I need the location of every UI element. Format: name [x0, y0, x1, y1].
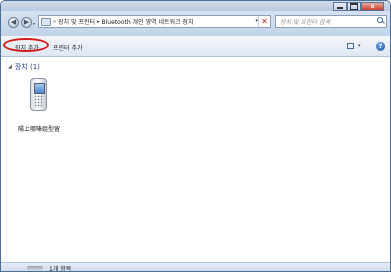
item-count: 1개 항목 — [49, 266, 72, 272]
back-button[interactable]: ◀ — [8, 17, 19, 28]
details-pane: 1개 항목 — [1, 262, 390, 272]
breadcrumb-separator-icon[interactable]: ▸ — [97, 19, 100, 25]
search-icon[interactable] — [376, 17, 385, 26]
back-arrow-icon: ◀ — [10, 18, 17, 26]
search-input[interactable]: 장치 및 프린터 검색 — [280, 17, 376, 26]
navigation-bar: ◀ ▶ ▾ « 장치 및 프린터 ▸ Bluetooth 개인 영역 네트워크 … — [1, 11, 390, 36]
title-bar[interactable]: x — [1, 1, 390, 11]
address-bar[interactable]: « 장치 및 프린터 ▸ Bluetooth 개인 영역 네트워크 장치 ▾ ✕ — [38, 15, 271, 28]
maximize-button[interactable] — [347, 2, 361, 11]
breadcrumb-devices-and-printers[interactable]: 장치 및 프린터 — [58, 17, 95, 26]
breadcrumb-bluetooth-pan[interactable]: Bluetooth 개인 영역 네트워크 장치 — [102, 17, 194, 26]
folder-icon — [41, 17, 51, 26]
close-button[interactable]: x — [361, 2, 384, 11]
collapse-icon[interactable]: ◢ — [8, 64, 12, 70]
refresh-button[interactable]: ✕ — [258, 16, 270, 27]
change-view-icon[interactable] — [347, 43, 354, 49]
view-dropdown-icon[interactable]: ▾ — [358, 43, 361, 49]
device-label: 陽上哪嗪姐型留 — [17, 126, 60, 133]
maximize-icon — [350, 3, 358, 10]
forward-arrow-icon: ▶ — [23, 18, 30, 26]
device-thumbnail-icon — [27, 266, 43, 271]
history-dropdown-icon[interactable]: ▾ — [33, 21, 35, 26]
address-overflow-icon[interactable]: « — [53, 19, 56, 25]
add-printer-button[interactable]: 프린터 추가 — [53, 43, 83, 52]
help-icon[interactable]: ? — [376, 42, 385, 51]
content-pane[interactable]: ◢ 장치 (1) 陽上哪嗪姐型留 — [1, 57, 390, 262]
minimize-button[interactable] — [333, 2, 347, 11]
forward-button[interactable]: ▶ — [21, 17, 32, 28]
highlight-annotation — [3, 38, 49, 52]
mobile-phone-icon — [30, 78, 47, 111]
minimize-icon — [337, 7, 343, 9]
group-title: 장치 (1) — [14, 63, 40, 71]
search-box[interactable]: 장치 및 프린터 검색 — [275, 15, 387, 28]
explorer-window: x ◀ ▶ ▾ « 장치 및 프린터 ▸ Bluetooth 개인 영역 네트워… — [0, 0, 391, 272]
close-icon: x — [370, 3, 375, 10]
command-bar: 장치 추가 프린터 추가 ▾ ? — [1, 36, 390, 57]
window-controls: x — [333, 2, 384, 11]
group-header-devices[interactable]: ◢ 장치 (1) — [8, 62, 40, 72]
